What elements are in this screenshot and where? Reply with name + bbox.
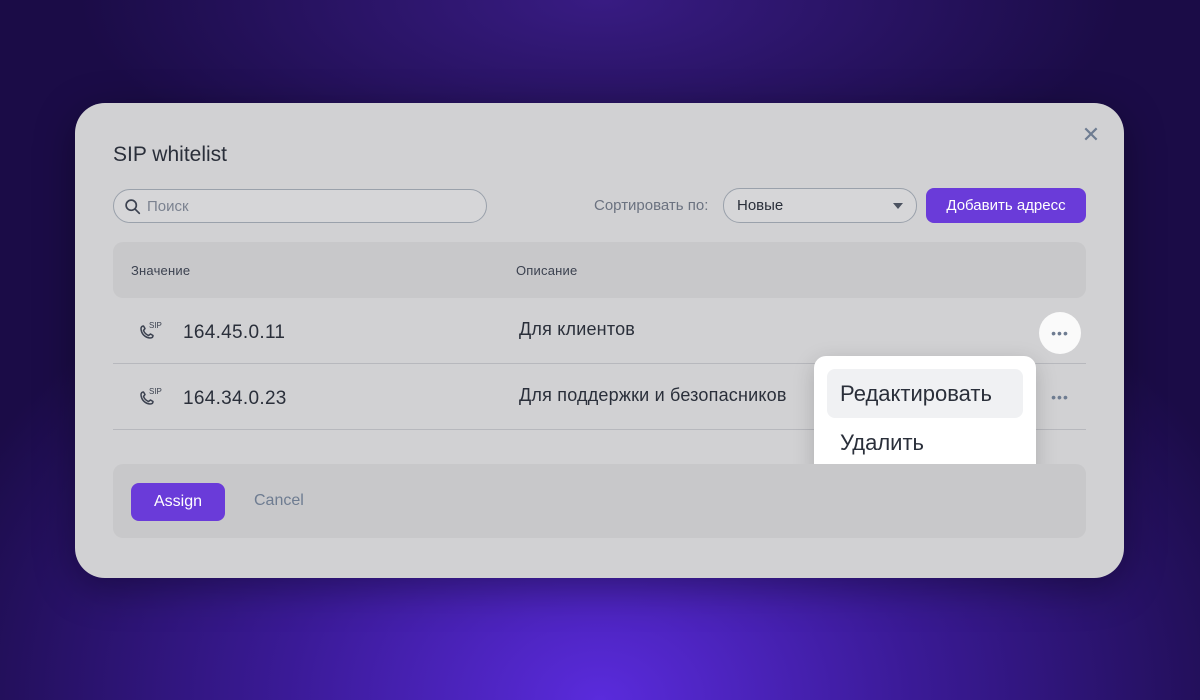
more-dots-icon: ••• xyxy=(1051,389,1069,405)
row-description: Для клиентов xyxy=(519,319,636,339)
search-icon xyxy=(125,198,141,214)
sort-selected-value: Новые xyxy=(737,197,784,214)
row-description: Для поддержки и безопасников xyxy=(519,385,787,405)
row-value: 164.34.0.23 xyxy=(183,388,287,409)
close-icon[interactable]: ✕ xyxy=(1080,124,1102,146)
sort-label: Сортировать по: xyxy=(594,197,709,214)
add-address-button[interactable]: Добавить адресс xyxy=(926,188,1086,223)
row-more-button[interactable]: ••• xyxy=(1039,376,1081,418)
more-dots-icon: ••• xyxy=(1051,325,1069,341)
column-header-description: Описание xyxy=(516,263,578,278)
caret-down-icon xyxy=(893,203,903,209)
table-row: SIP 164.45.0.11 Для клиентов xyxy=(113,298,1086,364)
search-field[interactable] xyxy=(113,189,487,223)
menu-item-delete[interactable]: Удалить xyxy=(827,418,1023,467)
modal-title: SIP whitelist xyxy=(113,143,227,166)
row-context-menu: Редактировать Удалить xyxy=(814,356,1036,481)
menu-item-edit[interactable]: Редактировать xyxy=(827,369,1023,418)
sip-badge: SIP xyxy=(149,321,162,330)
row-value: 164.45.0.11 xyxy=(183,322,286,343)
row-more-button[interactable]: ••• xyxy=(1039,312,1081,354)
sip-phone-icon: SIP xyxy=(140,387,162,405)
cancel-button[interactable]: Cancel xyxy=(254,492,304,510)
table-header: Значение Описание xyxy=(113,242,1086,298)
search-input[interactable] xyxy=(147,197,467,215)
sip-phone-icon: SIP xyxy=(140,321,162,339)
sort-select[interactable]: Новые xyxy=(723,188,917,223)
column-header-value: Значение xyxy=(131,263,191,278)
assign-button[interactable]: Assign xyxy=(131,483,225,521)
sip-badge: SIP xyxy=(149,387,162,396)
